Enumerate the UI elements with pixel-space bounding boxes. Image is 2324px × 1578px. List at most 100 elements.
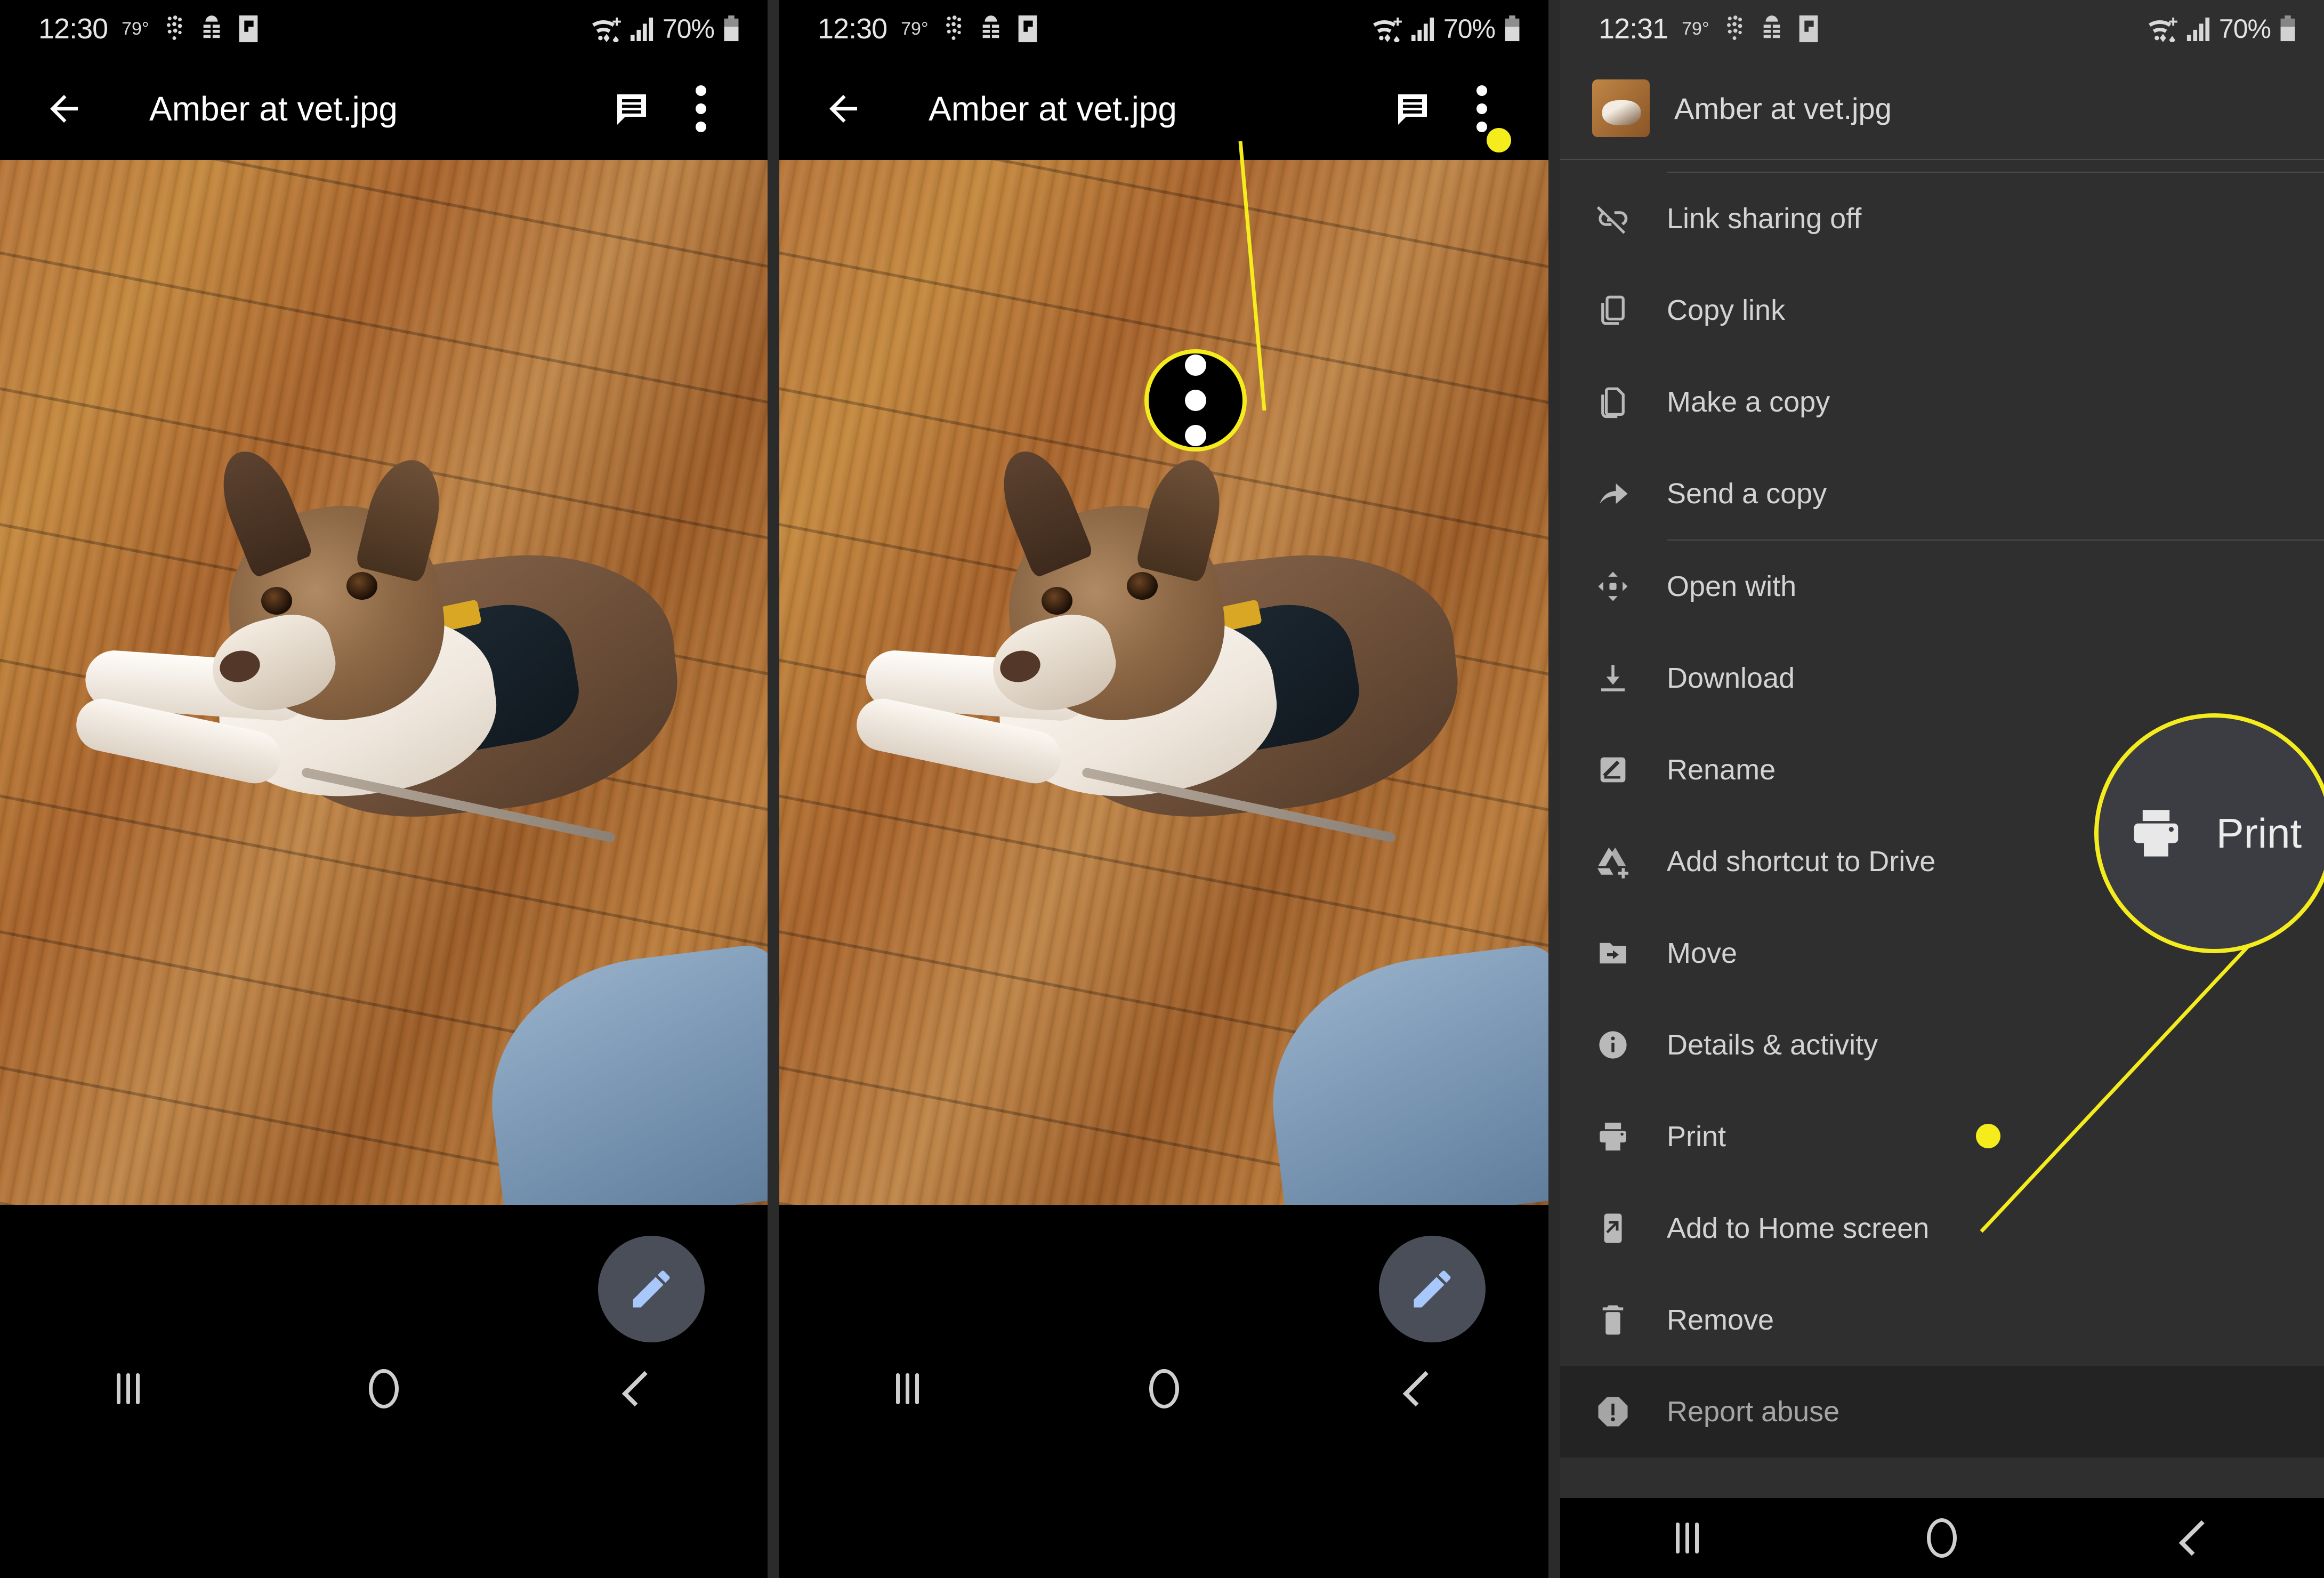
menu-item-send-a-copy[interactable]: Send a copy — [1560, 448, 2324, 540]
move-icon — [1592, 932, 1634, 974]
edit-fab[interactable] — [598, 1236, 705, 1342]
nav-recents-button[interactable] — [854, 1349, 961, 1429]
menu-item-details-activity[interactable]: Details & activity — [1560, 999, 2324, 1091]
dog-photo-subject — [69, 427, 698, 896]
phone-screen-3: 12:31 79° 70% Amber at vet.jpg Link shar… — [1560, 0, 2324, 1578]
menu-item-label: Add shortcut to Drive — [1667, 846, 1936, 877]
status-temperature: 79° — [122, 18, 149, 39]
menu-item-print[interactable]: Print — [1560, 1091, 2324, 1182]
open-with-icon — [1592, 566, 1634, 607]
menu-item-label: Copy link — [1667, 294, 1786, 326]
nav-home-button[interactable] — [1889, 1498, 1995, 1578]
trash-icon — [1592, 1299, 1634, 1341]
menu-item-remove[interactable]: Remove — [1560, 1274, 2324, 1366]
back-button[interactable] — [811, 88, 875, 130]
status-time: 12:30 — [38, 13, 108, 45]
menu-item-label: Move — [1667, 937, 1738, 969]
menu-item-label: Link sharing off — [1667, 203, 1862, 235]
page-title: Amber at vet.jpg — [929, 90, 1177, 128]
print-callout-label: Print — [2216, 809, 2302, 857]
braille-dots-icon — [1723, 14, 1746, 43]
status-bar-left-1: 12:30 79° — [38, 12, 259, 45]
menu-item-label: Make a copy — [1667, 386, 1830, 418]
menu-item-label: Details & activity — [1667, 1029, 1878, 1061]
overflow-menu-callout — [1144, 349, 1247, 452]
status-bar-3: 12:31 79° 70% — [1560, 0, 2324, 58]
menu-item-report-abuse[interactable]: Report abuse — [1560, 1366, 2324, 1458]
edit-fab[interactable] — [1379, 1236, 1486, 1342]
back-button[interactable] — [32, 88, 96, 130]
nav-back-button[interactable] — [586, 1349, 693, 1429]
system-nav-bar-2 — [779, 1349, 1548, 1429]
wifi-icon — [590, 15, 621, 42]
more-vertical-icon-large — [1185, 355, 1206, 446]
print-callout-content: Print — [2127, 804, 2302, 863]
battery-icon — [1504, 15, 1521, 42]
status-time: 12:30 — [818, 13, 887, 45]
more-vertical-icon — [1476, 85, 1487, 132]
status-bar-2: 12:30 79° 70% — [779, 0, 1548, 58]
battery-percent: 70% — [662, 14, 715, 44]
print-icon-large — [2127, 804, 2185, 863]
photo-viewer-2[interactable] — [779, 160, 1548, 1205]
menu-item-label: Remove — [1667, 1304, 1774, 1336]
cellular-signal-icon — [2186, 15, 2210, 42]
app-bar-2: Amber at vet.jpg — [779, 58, 1548, 160]
nav-back-button[interactable] — [1367, 1349, 1474, 1429]
menu-item-open-with[interactable]: Open with — [1560, 541, 2324, 632]
nav-home-button[interactable] — [330, 1349, 437, 1429]
overflow-menu-button[interactable] — [666, 85, 736, 132]
menu-item-make-a-copy[interactable]: Make a copy — [1560, 356, 2324, 448]
wifi-icon — [2147, 15, 2177, 42]
file-thumbnail — [1592, 79, 1650, 137]
flipboard-icon — [238, 14, 259, 43]
status-temperature: 79° — [1682, 18, 1709, 39]
download-icon — [1592, 657, 1634, 699]
wifi-icon — [1371, 15, 1402, 42]
cellular-signal-icon — [1410, 15, 1435, 42]
copy-link-icon — [1592, 289, 1634, 331]
android-robot-icon — [1760, 14, 1784, 43]
menu-item-label: Print — [1667, 1121, 1726, 1153]
menu-item-link-sharing-off[interactable]: Link sharing off — [1560, 173, 2324, 264]
cellular-signal-icon — [630, 15, 654, 42]
phone-screen-1: 12:30 79° 70% Amber at vet.jpg — [0, 0, 768, 1578]
make-a-copy-icon — [1592, 381, 1634, 423]
status-bar-left-3: 12:31 79° — [1599, 12, 1819, 45]
panel-divider-1 — [768, 0, 779, 1578]
overflow-menu-button[interactable] — [1447, 85, 1516, 132]
menu-item-download[interactable]: Download — [1560, 632, 2324, 724]
status-bar-right-1: 70% — [590, 13, 740, 44]
nav-home-button[interactable] — [1111, 1349, 1217, 1429]
report-abuse-icon — [1592, 1391, 1634, 1432]
menu-footer: Report abuse — [1560, 1366, 2324, 1458]
menu-item-copy-link[interactable]: Copy link — [1560, 264, 2324, 356]
braille-dots-icon — [163, 14, 185, 43]
print-icon — [1592, 1116, 1634, 1157]
callout-anchor-dot-overflow — [1487, 128, 1511, 152]
dog-photo-subject — [850, 427, 1479, 896]
menu-item-label: Report abuse — [1667, 1396, 1840, 1428]
flipboard-icon — [1798, 14, 1819, 43]
bottom-zone-2 — [779, 1205, 1548, 1429]
nav-recents-button[interactable] — [75, 1349, 181, 1429]
callout-anchor-dot-print — [1976, 1124, 2000, 1148]
menu-item-add-to-home-screen[interactable]: Add to Home screen — [1560, 1182, 2324, 1274]
status-temperature: 79° — [901, 18, 929, 39]
nav-recents-button[interactable] — [1634, 1498, 1741, 1578]
add-to-home-screen-icon — [1592, 1207, 1634, 1249]
comment-button[interactable] — [597, 90, 666, 128]
add-shortcut-to-drive-icon — [1592, 841, 1634, 882]
link-off-icon — [1592, 198, 1634, 239]
screenshot-root: 12:30 79° 70% Amber at vet.jpg 12:30 79°… — [0, 0, 2324, 1578]
photo-viewer-1[interactable] — [0, 160, 768, 1205]
android-robot-icon — [199, 14, 224, 43]
menu-item-label: Add to Home screen — [1667, 1212, 1930, 1244]
bottom-zone-1 — [0, 1205, 768, 1429]
comment-button[interactable] — [1378, 90, 1447, 128]
more-vertical-icon — [696, 85, 706, 132]
battery-percent: 70% — [1443, 14, 1496, 44]
status-bar-left-2: 12:30 79° — [818, 12, 1038, 45]
nav-back-button[interactable] — [2143, 1498, 2250, 1578]
status-bar-right-3: 70% — [2147, 13, 2296, 44]
